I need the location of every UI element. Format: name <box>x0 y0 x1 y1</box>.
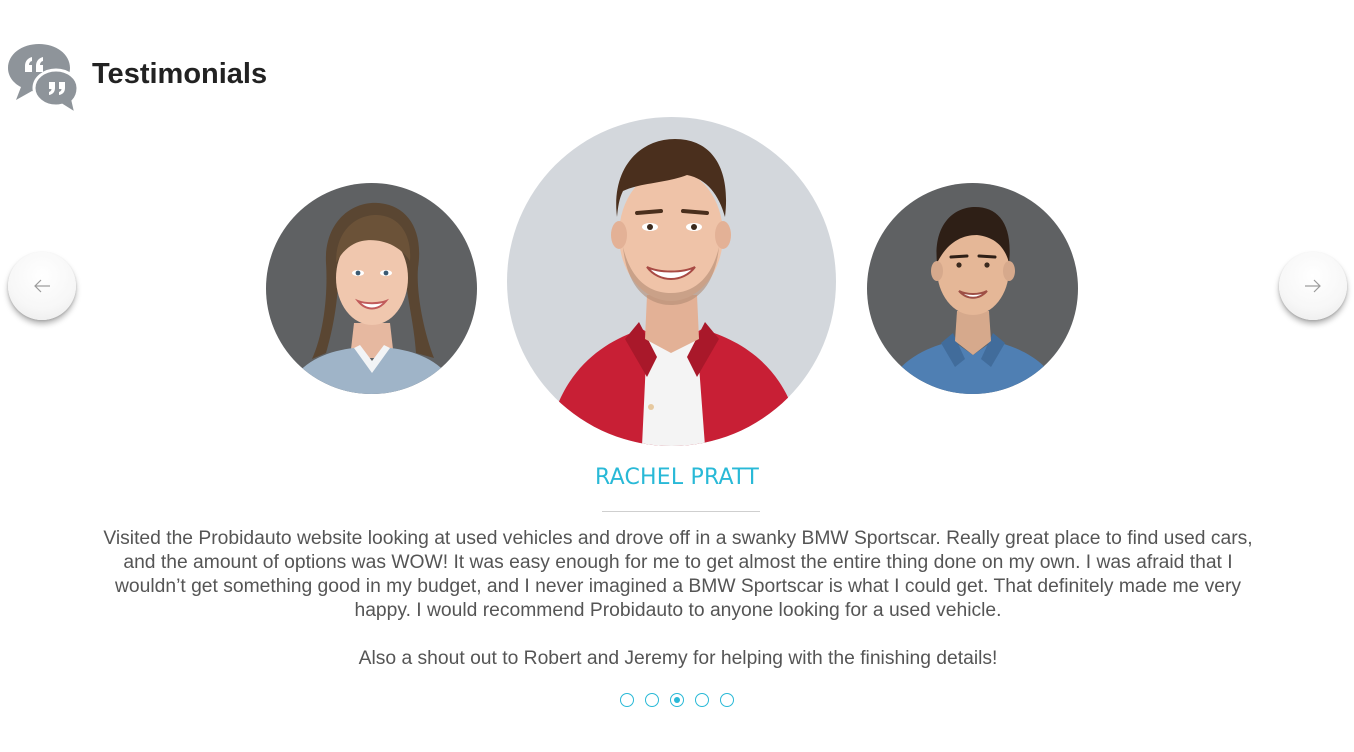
previous-testimonial-button[interactable] <box>8 252 76 320</box>
pagination-dot-5[interactable] <box>720 693 734 707</box>
pagination-dot-1[interactable] <box>620 693 634 707</box>
testimonial-author-name: RACHEL PRATT <box>594 465 759 490</box>
testimonial-paragraph: Also a shout out to Robert and Jeremy fo… <box>358 648 998 669</box>
testimonial-paragraph: Visited the Probidauto website looking a… <box>103 528 1253 621</box>
name-divider <box>602 511 760 512</box>
testimonial-avatar-active[interactable] <box>507 117 836 446</box>
page-title: Testimonials <box>92 58 268 90</box>
testimonials-page: Testimonials RACHEL PRATT Visited the Pr… <box>0 0 1354 752</box>
pagination-dot-2[interactable] <box>645 693 659 707</box>
arrow-left-icon <box>34 279 50 293</box>
speech-bubbles-quote-icon <box>6 42 80 118</box>
testimonial-avatar-left[interactable] <box>266 183 477 394</box>
testimonial-avatar-right[interactable] <box>867 183 1078 394</box>
testimonial-text: Visited the Probidauto website looking a… <box>100 527 1256 671</box>
carousel-pagination <box>0 693 1354 707</box>
pagination-dot-4[interactable] <box>695 693 709 707</box>
pagination-dot-3[interactable] <box>670 693 684 707</box>
next-testimonial-button[interactable] <box>1279 252 1347 320</box>
arrow-right-icon <box>1305 279 1321 293</box>
